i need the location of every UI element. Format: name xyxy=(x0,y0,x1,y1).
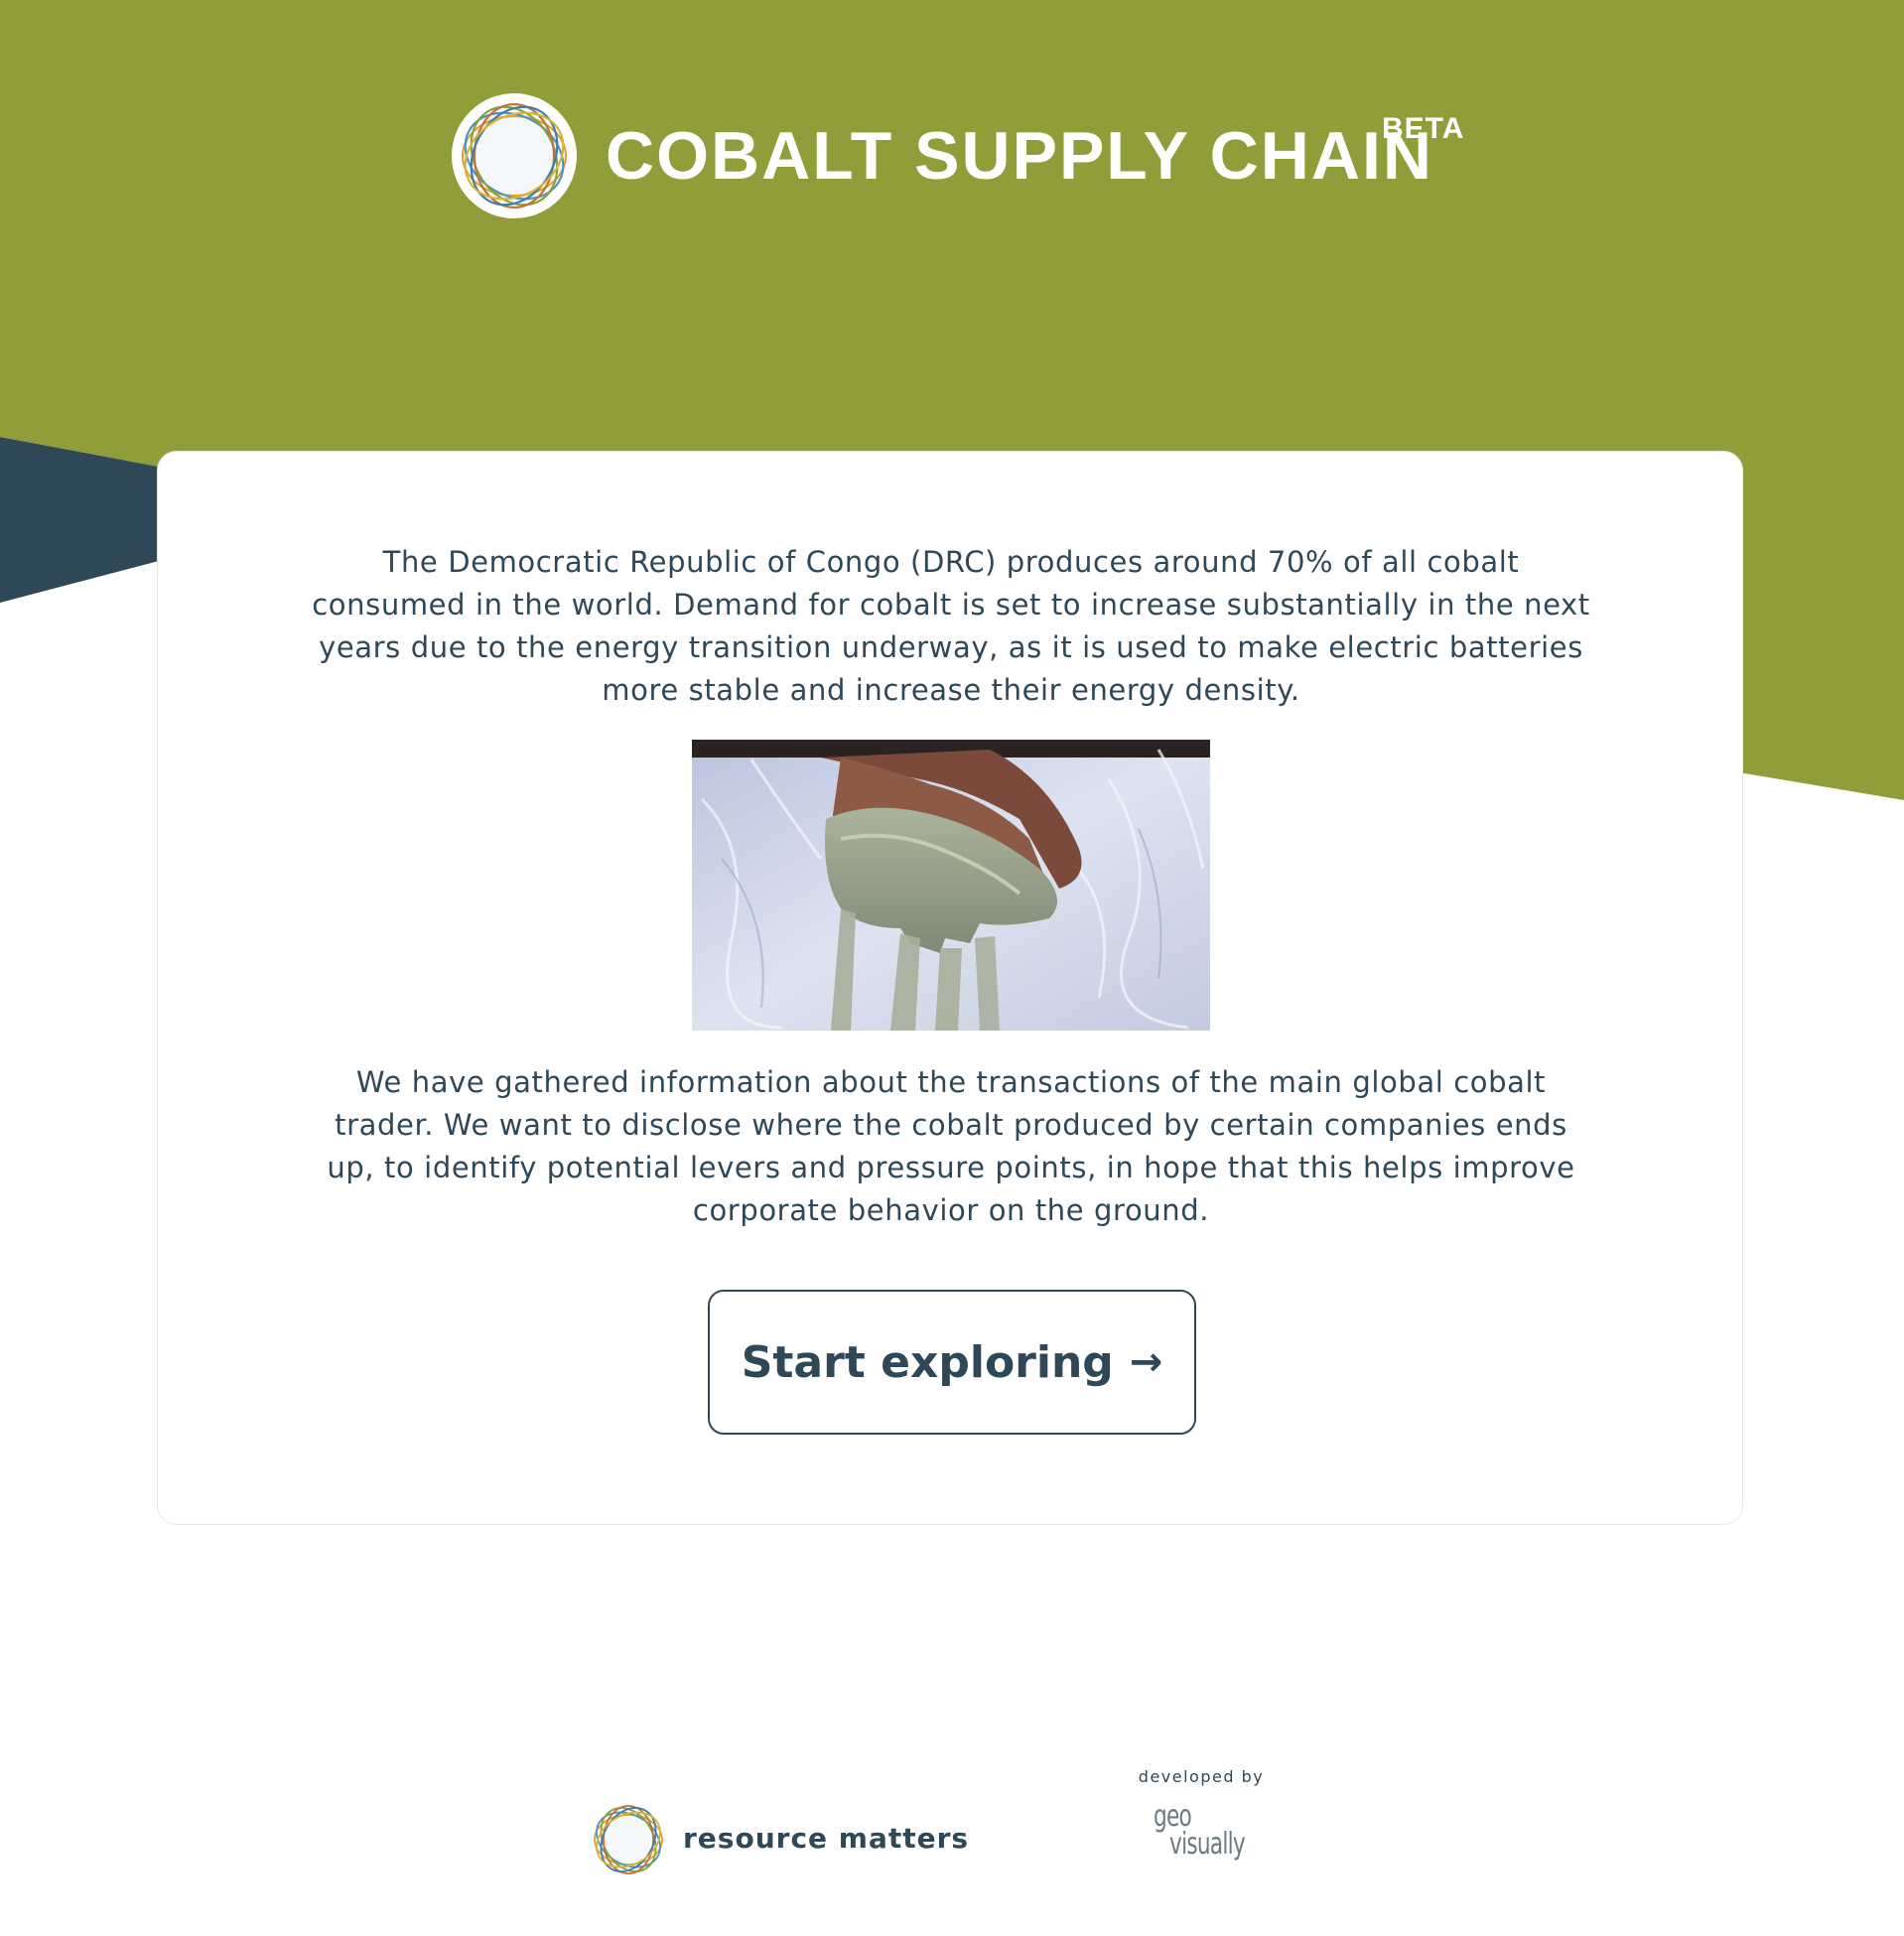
intro-paragraph: The Democratic Republic of Congo (DRC) p… xyxy=(312,545,1590,707)
resource-matters-logo-icon[interactable] xyxy=(450,91,579,220)
start-exploring-button[interactable]: Start exploring → xyxy=(708,1290,1196,1435)
developed-by-label: developed by xyxy=(1138,1767,1265,1786)
site-header: COBALT SUPPLY CHAIN BETA xyxy=(0,0,1904,318)
geovisually-logo-line-2: visually xyxy=(1169,1827,1246,1862)
mission-paragraph: We have gathered information about the t… xyxy=(327,1065,1575,1227)
site-title: COBALT SUPPLY CHAIN xyxy=(606,118,1433,194)
arrow-right-icon: → xyxy=(1129,1339,1163,1385)
beta-badge: BETA xyxy=(1382,112,1465,145)
resource-matters-footer-logo-icon[interactable] xyxy=(589,1800,668,1879)
resource-matters-name[interactable]: resource matters xyxy=(683,1821,969,1857)
site-footer: resource matters developed by geo visual… xyxy=(0,1747,1904,1936)
start-exploring-label: Start exploring xyxy=(741,1336,1114,1388)
intro-card: The Democratic Republic of Congo (DRC) p… xyxy=(157,451,1743,1525)
cobalt-ore-photo xyxy=(692,740,1210,1031)
geovisually-logo[interactable]: geo visually xyxy=(1154,1802,1253,1881)
